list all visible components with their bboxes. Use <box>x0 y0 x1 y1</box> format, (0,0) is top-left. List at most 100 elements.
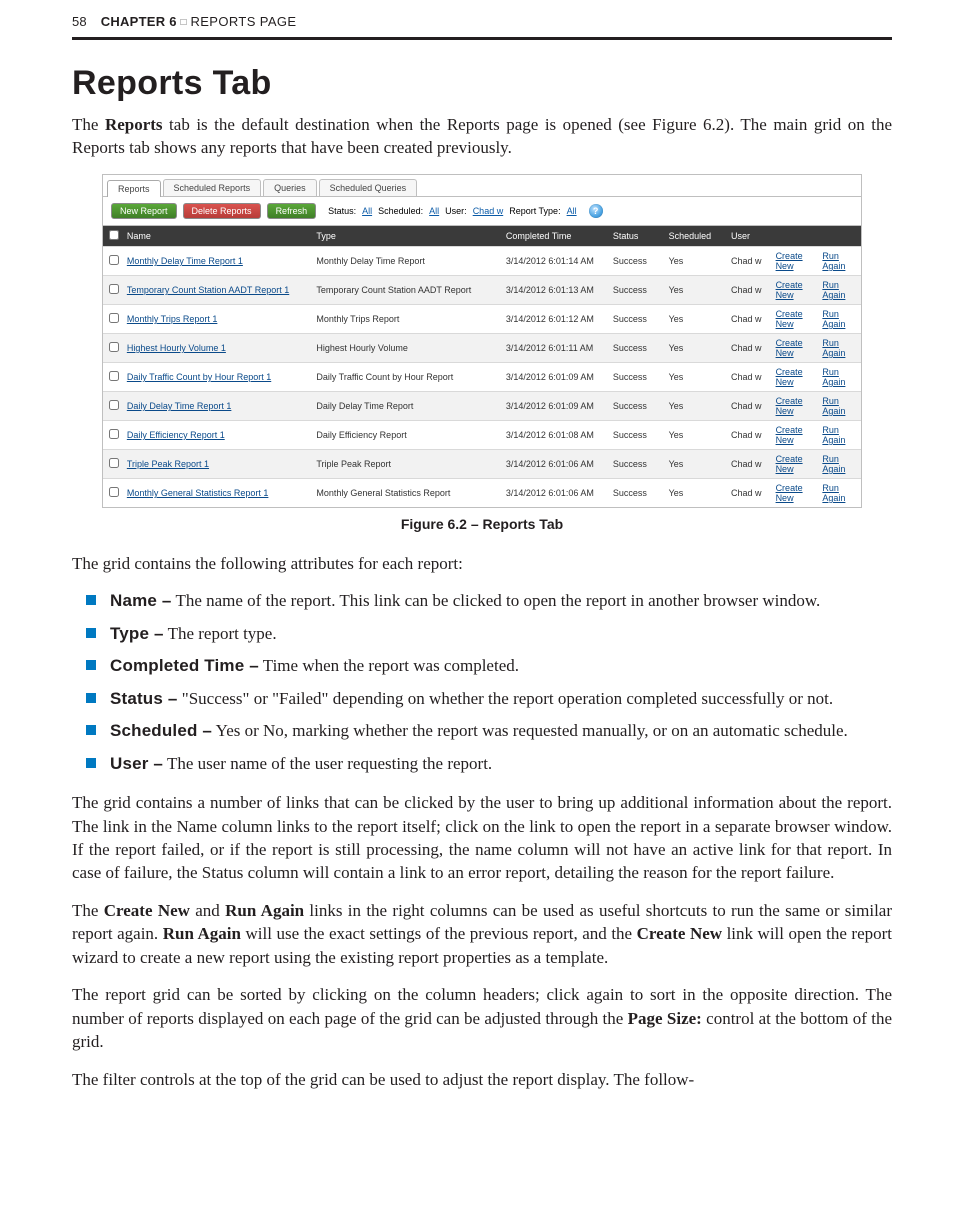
tab-scheduled-queries[interactable]: Scheduled Queries <box>319 179 418 196</box>
scheduled: Yes <box>663 391 725 420</box>
page-number: 58 <box>72 14 87 29</box>
create-new-link[interactable]: Create New <box>776 367 803 387</box>
create-new-link-cell: Create New <box>770 391 817 420</box>
scheduled: Yes <box>663 275 725 304</box>
bullet-term: Name – <box>110 591 172 610</box>
row-checkbox[interactable] <box>109 284 119 294</box>
filter-scheduled-value[interactable]: All <box>429 206 439 216</box>
col-run <box>816 226 861 247</box>
user: Chad w <box>725 275 770 304</box>
create-new-link-cell: Create New <box>770 333 817 362</box>
run-again-link[interactable]: Run Again <box>822 367 845 387</box>
run-again-link-cell: Run Again <box>816 275 861 304</box>
tab-reports[interactable]: Reports <box>107 180 161 197</box>
col-create <box>770 226 817 247</box>
run-again-link[interactable]: Run Again <box>822 483 845 503</box>
bullet-text: The user name of the user requesting the… <box>163 754 492 773</box>
filter-type-value[interactable]: All <box>567 206 577 216</box>
report-name-link[interactable]: Daily Efficiency Report 1 <box>127 430 225 440</box>
row-checkbox-cell <box>103 391 121 420</box>
status: Success <box>607 304 663 333</box>
new-report-button[interactable]: New Report <box>111 203 177 219</box>
run-again-link-cell: Run Again <box>816 420 861 449</box>
list-item: Name – The name of the report. This link… <box>72 589 892 612</box>
col-completed[interactable]: Completed Time <box>500 226 607 247</box>
create-new-link[interactable]: Create New <box>776 251 803 271</box>
bullet-text: "Success" or "Failed" depending on wheth… <box>178 689 834 708</box>
report-name-link[interactable]: Triple Peak Report 1 <box>127 459 209 469</box>
report-name-link-cell: Monthly Delay Time Report 1 <box>121 246 311 275</box>
report-name-link[interactable]: Highest Hourly Volume 1 <box>127 343 226 353</box>
table-row: Daily Efficiency Report 1Daily Efficienc… <box>103 420 861 449</box>
user: Chad w <box>725 333 770 362</box>
delete-reports-button[interactable]: Delete Reports <box>183 203 261 219</box>
create-new-link[interactable]: Create New <box>776 483 803 503</box>
table-row: Daily Delay Time Report 1Daily Delay Tim… <box>103 391 861 420</box>
tab-scheduled-reports[interactable]: Scheduled Reports <box>163 179 262 196</box>
row-checkbox[interactable] <box>109 371 119 381</box>
run-again-link[interactable]: Run Again <box>822 425 845 445</box>
refresh-button[interactable]: Refresh <box>267 203 317 219</box>
col-type[interactable]: Type <box>310 226 500 247</box>
para-shortcuts: The Create New and Run Again links in th… <box>72 899 892 969</box>
completed-time: 3/14/2012 6:01:13 AM <box>500 275 607 304</box>
col-name[interactable]: Name <box>121 226 311 247</box>
run-again-link-cell: Run Again <box>816 478 861 507</box>
run-again-link[interactable]: Run Again <box>822 338 845 358</box>
scheduled: Yes <box>663 362 725 391</box>
run-again-link[interactable]: Run Again <box>822 280 845 300</box>
report-name-link[interactable]: Monthly Delay Time Report 1 <box>127 256 243 266</box>
filter-status-value[interactable]: All <box>362 206 372 216</box>
report-name-link[interactable]: Daily Traffic Count by Hour Report 1 <box>127 372 271 382</box>
filter-user-value[interactable]: Chad w <box>473 206 504 216</box>
report-name-link-cell: Triple Peak Report 1 <box>121 449 311 478</box>
col-select-all[interactable] <box>103 226 121 247</box>
report-name-link[interactable]: Monthly General Statistics Report 1 <box>127 488 269 498</box>
row-checkbox[interactable] <box>109 313 119 323</box>
row-checkbox[interactable] <box>109 400 119 410</box>
row-checkbox[interactable] <box>109 487 119 497</box>
report-name-link[interactable]: Temporary Count Station AADT Report 1 <box>127 285 289 295</box>
report-type: Monthly Trips Report <box>310 304 500 333</box>
run-again-link[interactable]: Run Again <box>822 454 845 474</box>
bullet-term: Scheduled – <box>110 721 212 740</box>
row-checkbox[interactable] <box>109 255 119 265</box>
create-new-link[interactable]: Create New <box>776 396 803 416</box>
col-scheduled[interactable]: Scheduled <box>663 226 725 247</box>
user: Chad w <box>725 449 770 478</box>
completed-time: 3/14/2012 6:01:06 AM <box>500 478 607 507</box>
attributes-list: Name – The name of the report. This link… <box>72 589 892 775</box>
help-icon[interactable]: ? <box>589 204 603 218</box>
table-row: Triple Peak Report 1Triple Peak Report3/… <box>103 449 861 478</box>
list-item: User – The user name of the user request… <box>72 752 892 775</box>
row-checkbox[interactable] <box>109 458 119 468</box>
create-new-link[interactable]: Create New <box>776 309 803 329</box>
report-name-link[interactable]: Daily Delay Time Report 1 <box>127 401 232 411</box>
user: Chad w <box>725 246 770 275</box>
filter-status-label: Status: <box>328 206 356 216</box>
create-new-link[interactable]: Create New <box>776 280 803 300</box>
report-name-link-cell: Daily Traffic Count by Hour Report 1 <box>121 362 311 391</box>
row-checkbox[interactable] <box>109 429 119 439</box>
tab-queries[interactable]: Queries <box>263 179 317 196</box>
row-checkbox[interactable] <box>109 342 119 352</box>
col-status[interactable]: Status <box>607 226 663 247</box>
select-all-checkbox[interactable] <box>109 230 119 240</box>
para-links: The grid contains a number of links that… <box>72 791 892 885</box>
report-name-link-cell: Highest Hourly Volume 1 <box>121 333 311 362</box>
scheduled: Yes <box>663 449 725 478</box>
col-user[interactable]: User <box>725 226 770 247</box>
filter-scheduled-label: Scheduled: <box>378 206 423 216</box>
list-item: Status – "Success" or "Failed" depending… <box>72 687 892 710</box>
user: Chad w <box>725 362 770 391</box>
status: Success <box>607 449 663 478</box>
run-again-link[interactable]: Run Again <box>822 396 845 416</box>
run-again-link[interactable]: Run Again <box>822 309 845 329</box>
create-new-link[interactable]: Create New <box>776 425 803 445</box>
run-again-link[interactable]: Run Again <box>822 251 845 271</box>
create-new-link[interactable]: Create New <box>776 454 803 474</box>
scheduled: Yes <box>663 304 725 333</box>
create-new-link[interactable]: Create New <box>776 338 803 358</box>
status: Success <box>607 333 663 362</box>
report-name-link[interactable]: Monthly Trips Report 1 <box>127 314 218 324</box>
